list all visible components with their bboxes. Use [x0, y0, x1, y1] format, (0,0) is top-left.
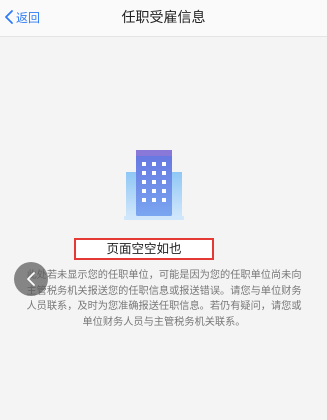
floating-back-button[interactable] [14, 262, 48, 296]
chevron-left-icon [27, 272, 35, 286]
page: 返回 任职受雇信息 页面空空如也 此处若未显示您的任职单位，可能是因为您的任职单… [0, 0, 327, 420]
page-title: 任职受雇信息 [121, 10, 206, 26]
navigation-bar: 返回 任职受雇信息 [0, 0, 327, 37]
empty-state-title: 页面空空如也 [106, 241, 182, 256]
building-icon [124, 150, 184, 220]
empty-state-description: 此处若未显示您的任职单位，可能是因为您的任职单位尚未向主管税务机关报送您的任职信… [26, 270, 302, 328]
